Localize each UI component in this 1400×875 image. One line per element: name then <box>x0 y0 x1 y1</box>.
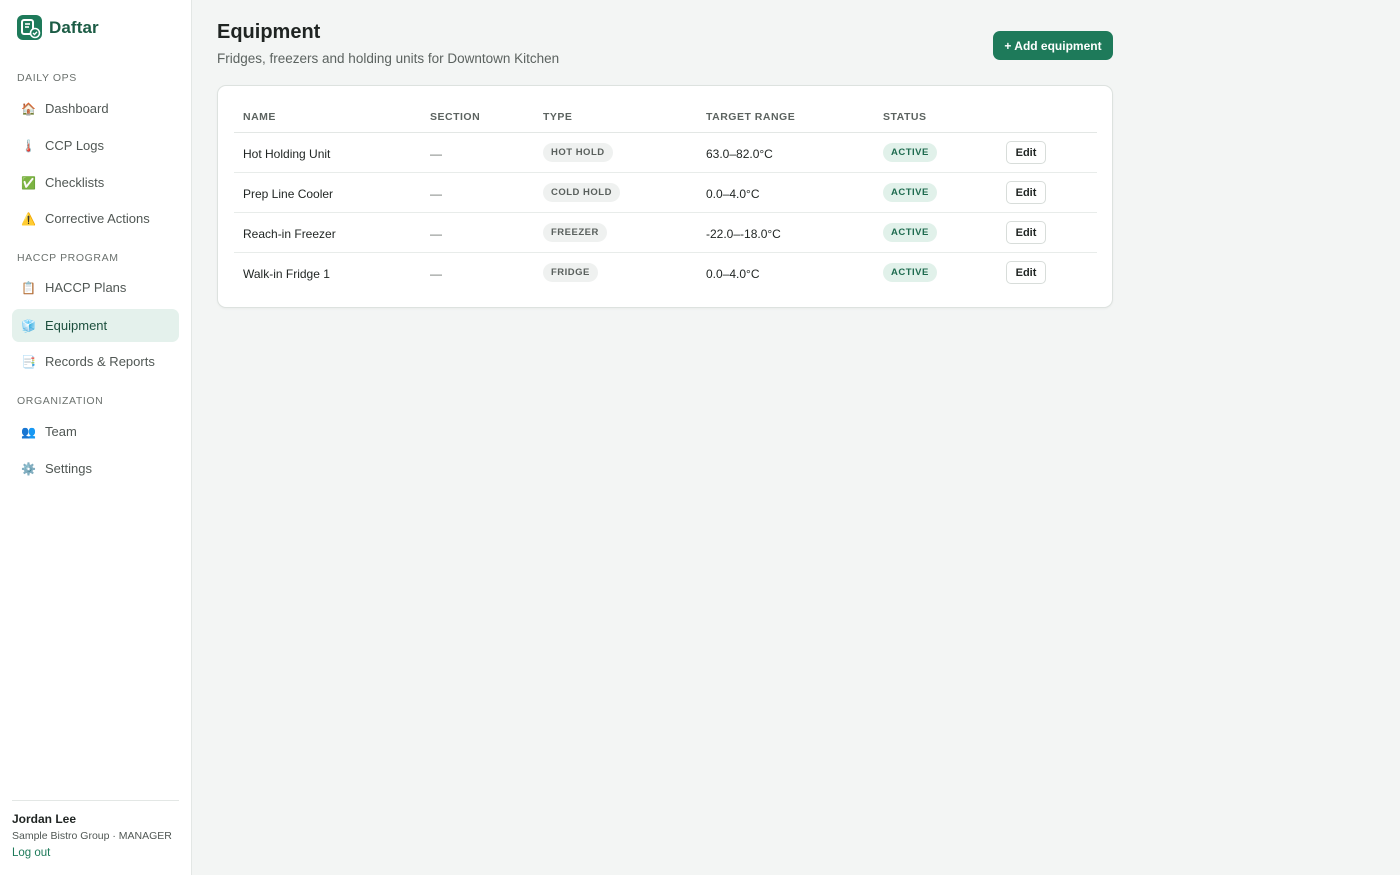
equipment-name: Walk-in Fridge 1 <box>243 267 330 281</box>
equipment-table: Name Section Type Target Range Status Ho… <box>234 99 1097 293</box>
bookmark-tabs-icon: 📑 <box>21 354 36 369</box>
status-badge: Active <box>883 143 937 162</box>
equipment-name: Prep Line Cooler <box>243 187 334 201</box>
equipment-section: — <box>430 147 442 161</box>
table-row: Reach-in Freezer — Freezer -22.0–-18.0°C… <box>234 213 1097 253</box>
sidebar-item-label: Team <box>45 424 77 439</box>
sidebar-item-dashboard[interactable]: 🏠 Dashboard <box>12 92 179 125</box>
warning-icon: ⚠️ <box>21 211 36 226</box>
nav-section-organization: Organization <box>17 395 104 407</box>
column-header-target-range: Target Range <box>706 111 796 123</box>
add-equipment-button[interactable]: + Add equipment <box>993 31 1113 60</box>
status-badge: Active <box>883 183 937 202</box>
brand-logo-icon <box>17 15 42 40</box>
column-header-status: Status <box>883 111 927 123</box>
page-subtitle: Fridges, freezers and holding units for … <box>217 51 560 66</box>
ice-cube-icon: 🧊 <box>21 318 36 333</box>
logout-link[interactable]: Log out <box>12 847 50 859</box>
user-block: Jordan Lee Sample Bistro Group · MANAGER… <box>12 800 179 861</box>
target-range: 0.0–4.0°C <box>706 267 760 281</box>
sidebar-item-label: Settings <box>45 461 92 476</box>
sidebar-item-label: Corrective Actions <box>45 211 150 226</box>
target-range: 63.0–82.0°C <box>706 147 773 161</box>
target-range: 0.0–4.0°C <box>706 187 760 201</box>
type-badge: Freezer <box>543 223 607 242</box>
thermometer-icon: 🌡️ <box>21 138 36 153</box>
table-row: Walk-in Fridge 1 — Fridge 0.0–4.0°C Acti… <box>234 253 1097 293</box>
sidebar-item-label: Equipment <box>45 318 108 333</box>
sidebar-item-label: Records & Reports <box>45 354 155 369</box>
column-header-name: Name <box>243 111 276 123</box>
edit-button[interactable]: Edit <box>1006 221 1046 244</box>
nav-section-haccp-program: HACCP Program <box>17 252 119 264</box>
sidebar-item-label: HACCP Plans <box>45 280 127 295</box>
status-badge: Active <box>883 263 937 282</box>
type-badge: Cold Hold <box>543 183 620 202</box>
column-header-section: Section <box>430 111 481 123</box>
sidebar-item-team[interactable]: 👥 Team <box>12 415 179 448</box>
table-header: Name Section Type Target Range Status <box>234 99 1097 133</box>
brand-name: Daftar <box>49 17 99 37</box>
sidebar-item-label: CCP Logs <box>45 138 105 153</box>
type-badge: Fridge <box>543 263 598 282</box>
sidebar: Daftar Daily Ops 🏠 Dashboard 🌡️ CCP Logs… <box>0 0 192 875</box>
equipment-section: — <box>430 227 442 241</box>
sidebar-item-label: Checklists <box>45 175 105 190</box>
sidebar-item-settings[interactable]: ⚙️ Settings <box>12 452 179 485</box>
sidebar-item-records-reports[interactable]: 📑 Records & Reports <box>12 345 179 378</box>
nav-section-daily-ops: Daily Ops <box>17 72 77 84</box>
table-row: Hot Holding Unit — Hot Hold 63.0–82.0°C … <box>234 133 1097 173</box>
sidebar-item-label: Dashboard <box>45 101 109 116</box>
edit-button[interactable]: Edit <box>1006 181 1046 204</box>
page-title: Equipment <box>217 21 321 43</box>
brand[interactable]: Daftar <box>17 15 99 40</box>
sidebar-item-haccp-plans[interactable]: 📋 HACCP Plans <box>12 271 179 304</box>
house-icon: 🏠 <box>21 101 36 116</box>
sidebar-item-ccp-logs[interactable]: 🌡️ CCP Logs <box>12 129 179 162</box>
edit-button[interactable]: Edit <box>1006 141 1046 164</box>
people-icon: 👥 <box>21 424 36 439</box>
column-header-type: Type <box>543 111 573 123</box>
equipment-name: Reach-in Freezer <box>243 227 336 241</box>
equipment-section: — <box>430 267 442 281</box>
check-box-icon: ✅ <box>21 175 36 190</box>
user-org-role: Sample Bistro Group · MANAGER <box>12 830 172 842</box>
table-row: Prep Line Cooler — Cold Hold 0.0–4.0°C A… <box>234 173 1097 213</box>
equipment-card: Name Section Type Target Range Status Ho… <box>217 85 1113 308</box>
sidebar-item-equipment[interactable]: 🧊 Equipment <box>12 309 179 342</box>
target-range: -22.0–-18.0°C <box>706 227 781 241</box>
sidebar-item-corrective-actions[interactable]: ⚠️ Corrective Actions <box>12 202 179 235</box>
type-badge: Hot Hold <box>543 143 613 162</box>
equipment-section: — <box>430 187 442 201</box>
gear-icon: ⚙️ <box>21 461 36 476</box>
clipboard-icon: 📋 <box>21 280 36 295</box>
edit-button[interactable]: Edit <box>1006 261 1046 284</box>
equipment-name: Hot Holding Unit <box>243 147 331 161</box>
status-badge: Active <box>883 223 937 242</box>
user-name: Jordan Lee <box>12 812 77 826</box>
sidebar-item-checklists[interactable]: ✅ Checklists <box>12 166 179 199</box>
